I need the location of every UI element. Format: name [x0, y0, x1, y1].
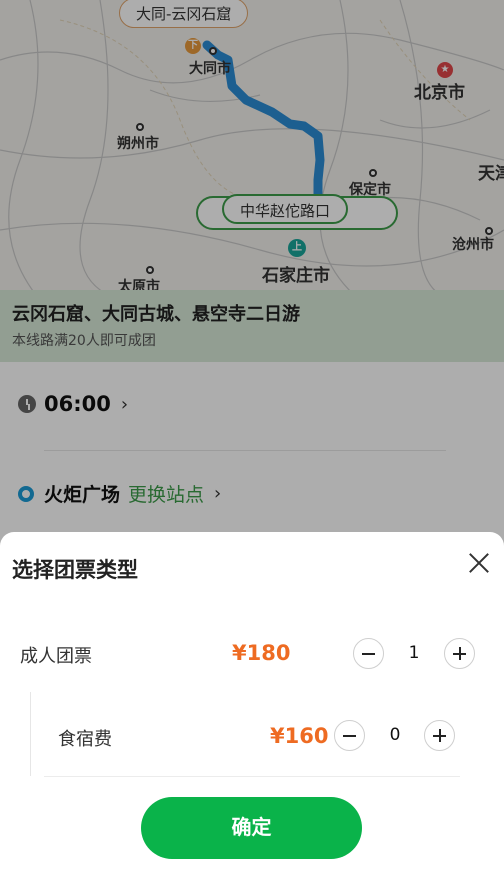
- ticket-row-adult: 成人团票: [20, 642, 92, 668]
- sub-item-line: [30, 692, 31, 776]
- ticket-label: 成人团票: [20, 646, 92, 667]
- confirm-button[interactable]: 确定: [141, 797, 362, 859]
- sheet-title: 选择团票类型: [12, 558, 138, 582]
- ticket-price: ¥180: [232, 641, 291, 665]
- ticket-row-lodging: 食宿费: [58, 725, 112, 751]
- ticket-type-sheet: 选择团票类型 成人团票 ¥180 1 食宿费 ¥160 0 确定: [0, 532, 504, 870]
- increment-button[interactable]: [444, 638, 475, 669]
- quantity-value: 0: [389, 725, 401, 745]
- ticket-price: ¥160: [270, 724, 329, 748]
- quantity-value: 1: [408, 643, 420, 663]
- decrement-button[interactable]: [334, 720, 365, 751]
- close-icon[interactable]: [464, 548, 494, 578]
- divider: [44, 776, 460, 777]
- decrement-button[interactable]: [353, 638, 384, 669]
- increment-button[interactable]: [424, 720, 455, 751]
- ticket-label: 食宿费: [58, 729, 112, 750]
